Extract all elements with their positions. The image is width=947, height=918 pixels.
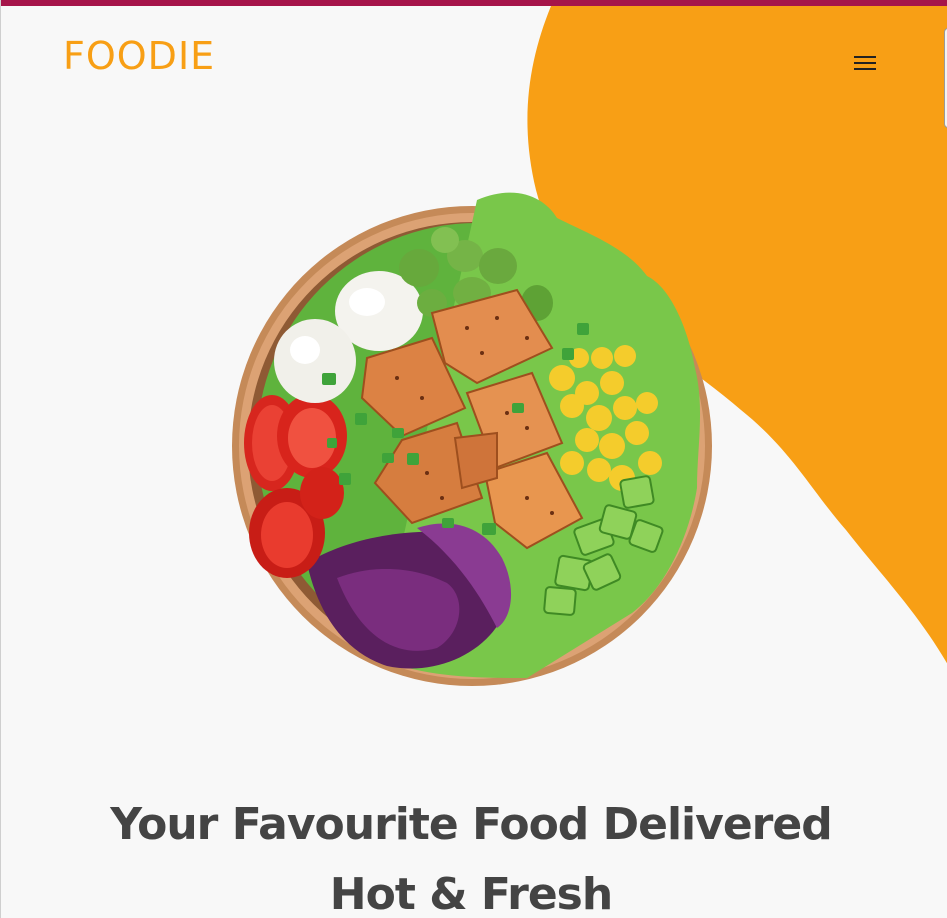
hamburger-menu-icon[interactable] [847, 50, 881, 76]
menu-line [854, 62, 876, 64]
menu-line [854, 56, 876, 58]
landing-page: FOODIE Your Favourite Food Delivered Hot… [0, 0, 947, 918]
food-bowl-image [227, 178, 717, 688]
hero-title-line-1: Your Favourite Food Delivered [110, 799, 832, 850]
brand-logo[interactable]: FOODIE [63, 37, 215, 75]
hero-title: Your Favourite Food Delivered Hot & Fres… [1, 790, 941, 918]
hero-title-line-2: Hot & Fresh [329, 869, 613, 918]
menu-line [854, 68, 876, 70]
